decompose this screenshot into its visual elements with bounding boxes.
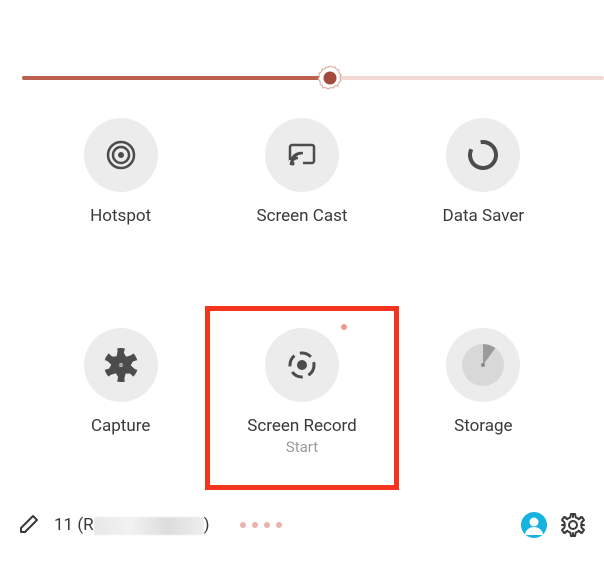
hotspot-icon — [84, 118, 158, 192]
brightness-thumb-icon[interactable] — [316, 64, 344, 92]
tile-label: Data Saver — [443, 206, 525, 226]
page-indicator — [240, 522, 282, 528]
tile-data-saver[interactable]: Data Saver — [393, 118, 574, 268]
edit-icon[interactable] — [18, 511, 42, 539]
footer-bar: 11 (R) — [18, 509, 586, 541]
redacted-text — [94, 517, 204, 535]
tile-storage[interactable]: Storage — [393, 328, 574, 478]
tile-label: Screen Cast — [257, 206, 348, 226]
version-prefix: 11 (R — [54, 515, 94, 535]
quick-settings-grid: Hotspot Screen Cast Data Saver — [0, 118, 604, 478]
record-icon — [265, 328, 339, 402]
build-version: 11 (R) — [54, 515, 210, 535]
tile-label: Storage — [454, 416, 512, 436]
tile-sublabel: Start — [286, 438, 318, 456]
settings-gear-icon[interactable] — [560, 512, 586, 538]
data-saver-icon — [446, 118, 520, 192]
recording-indicator-icon — [341, 324, 347, 330]
tile-screen-record[interactable]: Screen Record Start — [211, 328, 392, 478]
tile-capture[interactable]: Capture — [30, 328, 211, 478]
user-avatar-icon[interactable] — [520, 511, 548, 539]
tile-screen-cast[interactable]: Screen Cast — [211, 118, 392, 268]
tile-hotspot[interactable]: Hotspot — [30, 118, 211, 268]
cast-icon — [265, 118, 339, 192]
version-suffix: ) — [204, 515, 210, 535]
aperture-icon — [84, 328, 158, 402]
slider-fill — [22, 76, 330, 80]
brightness-slider[interactable] — [22, 62, 604, 92]
tile-label: Capture — [91, 416, 150, 436]
storage-pie-icon — [446, 328, 520, 402]
tile-label: Screen Record — [247, 416, 357, 436]
tile-label: Hotspot — [90, 206, 151, 226]
